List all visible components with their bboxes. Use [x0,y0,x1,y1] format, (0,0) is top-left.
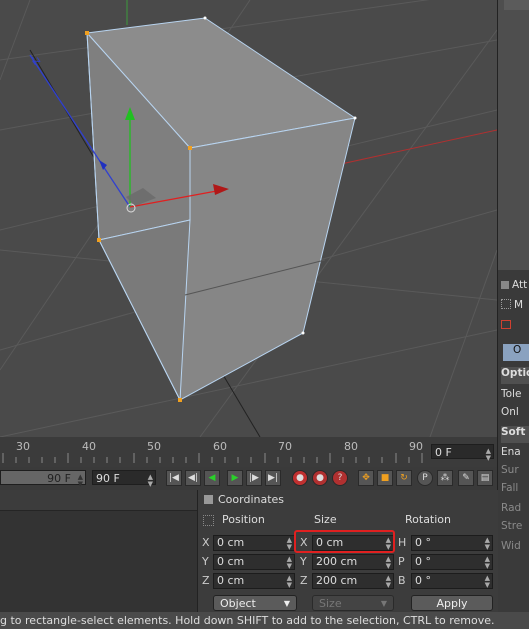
size-column-header: Size [314,513,337,526]
tick-label: 60 [213,440,227,453]
material-manager-header [0,490,197,511]
square-icon [204,495,213,504]
apply-button[interactable]: Apply [411,595,493,611]
only-visible-label: Onl [501,406,519,418]
coordinates-title: Coordinates [218,493,285,506]
box-lower-face[interactable] [98,219,191,402]
mode-menu[interactable]: M [501,299,529,316]
status-text: g to rectangle-select elements. Hold dow… [0,614,495,627]
rotation-b-label: B [398,574,406,587]
spinner-arrows-icon[interactable]: ▲ ▼ [485,556,490,570]
grip-icon [203,515,214,526]
end-frame-field[interactable]: 90 F ▲ ▼ [92,470,156,488]
attributes-tab[interactable]: Att [501,279,529,296]
spinner-arrows-icon[interactable]: ▲ ▼ [486,448,491,462]
rotation-h-field[interactable]: 0 ° ▲ ▼ [411,535,493,551]
tick-label: 30 [16,440,30,453]
rotation-p-field[interactable]: 0 ° ▲ ▼ [411,554,493,570]
tick-label: 50 [147,440,161,453]
current-frame-field[interactable]: 0 F ▲ ▼ [431,444,494,462]
strength-label: Stre [501,520,523,532]
position-y-label: Y [202,555,209,568]
rotation-h-label: H [398,536,407,549]
soft-selection-header[interactable]: Soft [501,426,529,443]
spinner-arrows-icon[interactable]: ▲ ▼ [485,537,490,551]
rotation-column-header: Rotation [405,513,452,526]
tick-label: 70 [278,440,292,453]
play-button[interactable]: ▶ [227,470,243,486]
grip-icon [501,299,511,309]
spinner-arrows-icon[interactable]: ▲ ▼ [287,556,292,570]
coordinates-manager: Coordinates Position Size Rotation X 0 c… [197,490,498,612]
viewport-canvas[interactable]: -Z [0,0,497,437]
keyframe-selection-icon[interactable]: ? [332,470,348,486]
tick-label: 80 [344,440,358,453]
position-key-icon[interactable]: ✥ [358,470,374,486]
size-mode-dropdown[interactable]: Size ▼ [312,595,394,611]
timeline-ruler[interactable]: 30 40 50 60 70 80 90 0 F ▲ ▼ [0,437,497,467]
box-front-face[interactable] [179,117,356,401]
size-y-field[interactable]: 200 cm ▲ ▼ [312,554,394,570]
coordinate-mode-dropdown[interactable]: Object ▼ [213,595,297,611]
spinner-arrows-icon[interactable]: ▲ ▼ [148,474,153,488]
rotation-b-field[interactable]: 0 ° ▲ ▼ [411,573,493,589]
size-z-field[interactable]: 200 cm ▲ ▼ [312,573,394,589]
enable-label: Ena [501,446,521,458]
spinner-arrows-icon[interactable]: ▲ ▼ [485,575,490,589]
next-key-button[interactable]: |▶ [246,470,262,486]
spinner-arrows-icon[interactable]: ▲ ▼ [386,556,391,570]
size-y-label: Y [300,555,307,568]
object-manager-area [498,0,529,270]
selection-tool-icon[interactable] [501,320,529,337]
go-to-start-button[interactable]: |◀ [166,470,182,486]
interpolation-icon[interactable]: ✎ [458,470,474,486]
chevron-down-icon: ▼ [283,599,290,608]
spinner-arrows-icon[interactable]: ▲ ▼ [78,474,83,488]
position-x-field[interactable]: 0 cm ▲ ▼ [213,535,295,551]
position-z-field[interactable]: 0 cm ▲ ▼ [213,573,295,589]
object-tab-button[interactable]: O [503,344,529,361]
rotation-p-label: P [398,555,405,568]
spinner-arrows-icon[interactable]: ▲ ▼ [287,537,292,551]
parameter-key-icon[interactable]: P [417,470,433,486]
timeline-ticks [2,453,423,463]
position-z-label: Z [202,574,210,587]
scale-key-icon[interactable]: ■ [377,470,393,486]
status-bar: g to rectangle-select elements. Hold dow… [0,612,529,629]
panel-tab[interactable] [504,0,529,10]
surface-label: Sur [501,464,519,476]
radius-label: Rad [501,502,522,514]
previous-key-button[interactable]: ◀| [185,470,201,486]
chevron-down-icon: ▼ [380,599,387,608]
transport-bar: 90 F ▲ ▼ 90 F ▲ ▼ |◀ ◀| ◀ ▶ |▶ ▶| ● ● ? ✥ ■ … [0,467,497,490]
go-to-end-button[interactable]: ▶| [265,470,281,486]
spinner-arrows-icon[interactable]: ▲ ▼ [287,575,292,589]
square-icon [501,281,509,289]
pla-key-icon[interactable]: ⁂ [437,470,453,486]
timeline-menu-icon[interactable]: ▤ [477,470,493,486]
previous-frame-button[interactable]: ◀ [204,470,220,486]
3d-viewport[interactable]: -Z [0,0,497,437]
autokey-icon[interactable]: ● [312,470,328,486]
attribute-manager-panel: Att M O Optio Tole Onl Soft Ena Sur Fall… [497,0,529,612]
record-icon[interactable]: ● [292,470,308,486]
tolerance-label: Tole [501,388,522,400]
material-manager-panel [0,490,197,612]
position-y-field[interactable]: 0 cm ▲ ▼ [213,554,295,570]
size-z-label: Z [300,574,308,587]
size-x-highlight [294,530,395,553]
position-column-header: Position [222,513,265,526]
spinner-arrows-icon[interactable]: ▲ ▼ [386,575,391,589]
width-label: Wid [501,540,521,552]
preview-min-field[interactable]: 90 F ▲ ▼ [0,470,86,488]
options-section-header[interactable]: Optio [501,367,529,384]
position-x-label: X [202,536,210,549]
tick-label: 90 [409,440,423,453]
rotation-key-icon[interactable]: ↻ [396,470,412,486]
falloff-label: Fall [501,482,519,494]
tick-label: 40 [82,440,96,453]
